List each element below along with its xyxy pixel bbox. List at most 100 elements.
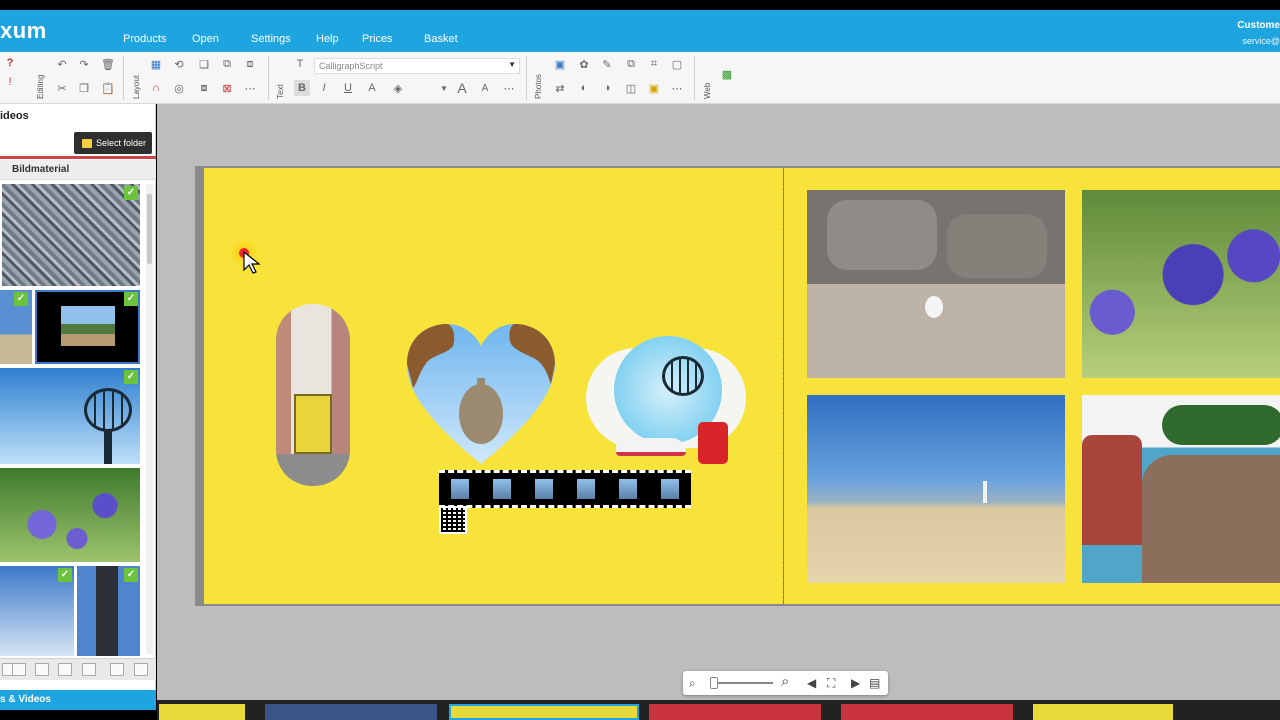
group-label-editing: Editing bbox=[36, 74, 45, 99]
view-triple-icon[interactable] bbox=[58, 663, 72, 676]
photo-seagull[interactable] bbox=[807, 190, 1065, 378]
send-back-icon[interactable]: ⧈ bbox=[242, 56, 258, 72]
underline-button[interactable]: U bbox=[340, 80, 356, 96]
photo-crop-icon[interactable]: ⌗ bbox=[646, 56, 662, 72]
thumbnail-flowers[interactable] bbox=[0, 468, 140, 562]
paste-icon[interactable]: 📋 bbox=[100, 80, 116, 96]
train-shape bbox=[616, 438, 686, 456]
photo-mask-icon[interactable]: ◐ bbox=[576, 80, 592, 96]
scrollbar-thumb[interactable] bbox=[147, 194, 152, 264]
qr-code[interactable] bbox=[439, 506, 467, 534]
page-filmstrip bbox=[157, 700, 1280, 720]
photo-heart[interactable] bbox=[407, 324, 555, 472]
thumbnail-texture[interactable] bbox=[2, 184, 140, 286]
rotate-icon[interactable]: ⟲ bbox=[171, 56, 187, 72]
view-single-icon[interactable] bbox=[12, 663, 26, 676]
section-header[interactable]: Bildmaterial bbox=[0, 160, 156, 180]
nav-help[interactable]: Help bbox=[316, 33, 339, 45]
nav-settings[interactable]: Settings bbox=[251, 33, 291, 45]
suitcase-shape bbox=[698, 422, 728, 464]
film-frame bbox=[577, 479, 595, 499]
toolbar-separator bbox=[268, 56, 269, 100]
nav-products[interactable]: Products bbox=[123, 33, 166, 45]
page-thumbnail[interactable] bbox=[1033, 704, 1173, 720]
travel-clipart[interactable] bbox=[586, 328, 754, 468]
text-color-icon[interactable]: A bbox=[364, 80, 380, 96]
photo-shadow-icon[interactable]: ◑ bbox=[599, 80, 615, 96]
font-size-dropdown-icon[interactable]: ▼ bbox=[436, 80, 452, 96]
photo-beach[interactable] bbox=[807, 395, 1065, 583]
photo-effect-icon[interactable]: ✿ bbox=[576, 56, 592, 72]
group-label-text: Text bbox=[276, 84, 285, 99]
page-thumbnail[interactable] bbox=[159, 704, 245, 720]
view-double-icon[interactable] bbox=[35, 663, 49, 676]
magnet-icon[interactable]: ∩ bbox=[148, 80, 164, 96]
prev-page-icon[interactable]: ◀ bbox=[807, 676, 816, 690]
select-folder-button[interactable]: Select folder bbox=[74, 132, 152, 154]
photo-adjust-icon[interactable]: ⧉ bbox=[623, 56, 639, 72]
selected-check-icon: ✓ bbox=[124, 370, 138, 384]
grid-icon[interactable]: ▦ bbox=[148, 56, 164, 72]
cut-icon[interactable]: ✂ bbox=[54, 80, 70, 96]
photo-replace-icon[interactable]: ⇄ bbox=[552, 80, 568, 96]
import-icon[interactable] bbox=[110, 663, 124, 676]
thumbnail-list[interactable]: ✓ ✓ ✓ ✓ ✓ ✓ bbox=[0, 182, 144, 656]
font-family-select[interactable]: CalligraphScript ▼ bbox=[314, 58, 520, 74]
export-icon[interactable] bbox=[134, 663, 148, 676]
italic-button[interactable]: I bbox=[316, 80, 332, 96]
page-thumbnail-active[interactable] bbox=[449, 704, 639, 720]
thumbnail-globe[interactable] bbox=[0, 368, 140, 464]
left-page[interactable] bbox=[204, 168, 783, 604]
group-icon[interactable]: ◎ bbox=[171, 80, 187, 96]
page-thumbnail[interactable] bbox=[841, 704, 1013, 720]
photo-tram[interactable] bbox=[276, 304, 350, 486]
increase-font-icon[interactable]: A bbox=[454, 80, 470, 96]
fill-color-icon[interactable]: ◈ bbox=[390, 80, 406, 96]
decrease-font-icon[interactable]: A bbox=[477, 80, 493, 96]
undo-icon[interactable]: ↶ bbox=[54, 56, 70, 72]
delete-icon[interactable]: 🗑 bbox=[100, 56, 116, 72]
bring-front-icon[interactable]: ⧉ bbox=[219, 56, 235, 72]
photo-border-icon[interactable]: ▣ bbox=[646, 80, 662, 96]
warning-icon[interactable]: ! bbox=[2, 74, 18, 90]
nav-open[interactable]: Open bbox=[192, 33, 219, 45]
redo-icon[interactable]: ↷ bbox=[76, 56, 92, 72]
view-grid-icon[interactable] bbox=[82, 663, 96, 676]
layer-icon[interactable]: ❏ bbox=[196, 56, 212, 72]
bold-button[interactable]: B bbox=[294, 80, 310, 96]
page-thumbnail[interactable] bbox=[649, 704, 821, 720]
fit-page-icon[interactable]: ⛶ bbox=[827, 676, 835, 691]
photo-icon[interactable]: ▣ bbox=[552, 56, 568, 72]
group-label-layout: Layout bbox=[132, 74, 141, 99]
text-box-icon[interactable]: T bbox=[292, 56, 308, 72]
film-frame bbox=[493, 479, 511, 499]
media-footer-tab[interactable]: s & Videos bbox=[0, 690, 156, 710]
page-layout-icon[interactable]: ▤ bbox=[869, 676, 880, 690]
filmstrip-element[interactable] bbox=[439, 470, 691, 508]
zoom-out-icon[interactable]: ⌕ bbox=[689, 676, 696, 691]
more-photos-icon[interactable]: ⋯ bbox=[669, 80, 685, 96]
nav-basket[interactable]: Basket bbox=[424, 33, 458, 45]
more-layout-icon[interactable]: ⋯ bbox=[242, 80, 258, 96]
editor-workspace[interactable] bbox=[157, 104, 1280, 668]
next-page-icon[interactable]: ▶ bbox=[851, 676, 860, 690]
customer-label[interactable]: Custome bbox=[1237, 20, 1280, 31]
copy-icon[interactable]: ❐ bbox=[76, 80, 92, 96]
help-icon[interactable]: ? bbox=[2, 55, 18, 71]
zoom-in-icon[interactable]: ⌕ bbox=[781, 673, 789, 690]
qr-code-icon[interactable]: ▩ bbox=[719, 66, 735, 82]
right-page[interactable] bbox=[784, 168, 1280, 604]
page-thumbnail[interactable] bbox=[265, 704, 437, 720]
zoom-slider-track[interactable] bbox=[713, 682, 773, 684]
zoom-slider-knob[interactable] bbox=[710, 677, 718, 689]
align-icon[interactable]: ⧇ bbox=[196, 80, 212, 96]
photo-agapanthus[interactable] bbox=[1082, 190, 1280, 378]
photo-frame-icon[interactable]: ▢ bbox=[669, 56, 685, 72]
thumbnail-scrollbar[interactable] bbox=[146, 184, 153, 654]
remove-layer-icon[interactable]: ⊠ bbox=[219, 80, 235, 96]
nav-prices[interactable]: Prices bbox=[362, 33, 393, 45]
photo-split-icon[interactable]: ◫ bbox=[623, 80, 639, 96]
more-text-icon[interactable]: ⋯ bbox=[501, 80, 517, 96]
photo-edit-icon[interactable]: ✎ bbox=[599, 56, 615, 72]
photo-rock-arch[interactable] bbox=[1082, 395, 1280, 583]
